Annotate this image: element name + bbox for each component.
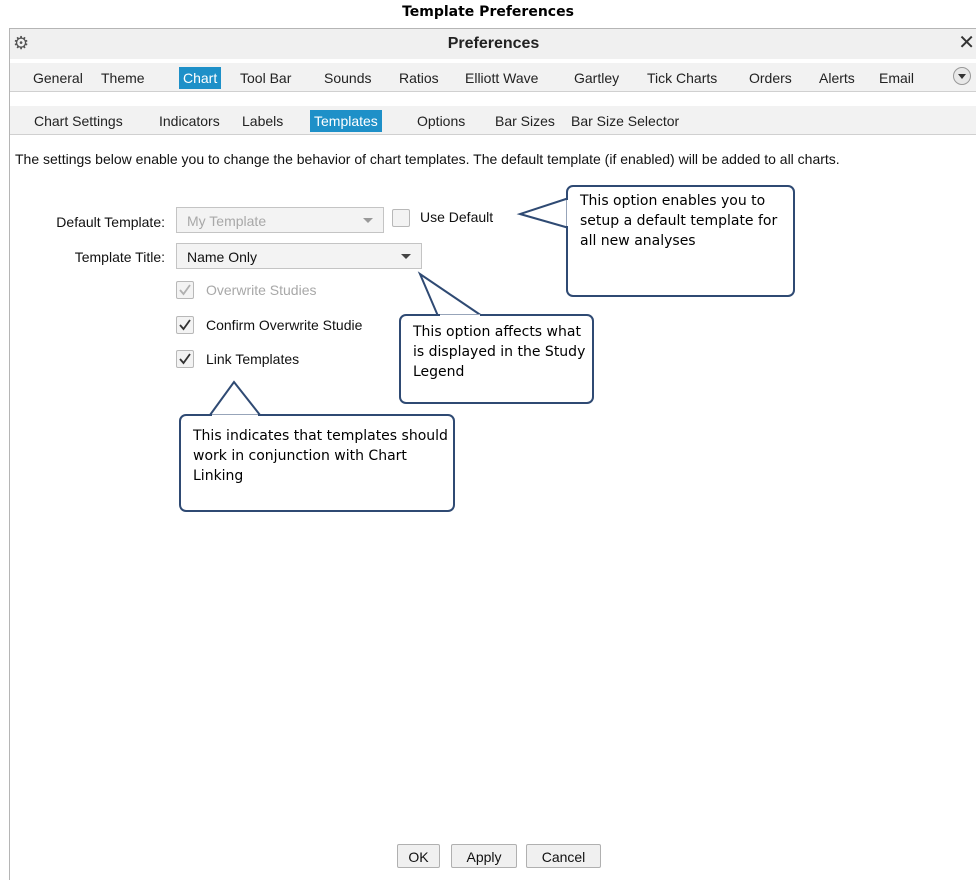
callout-template-title: This option affects what is displayed in… [399, 314, 594, 404]
callout-pointers [209, 197, 570, 416]
apply-button[interactable]: Apply [451, 844, 517, 868]
callout-link-templates: This indicates that templates should wor… [179, 414, 455, 512]
callout-tail-use-default [516, 197, 570, 229]
cancel-button[interactable]: Cancel [526, 844, 601, 868]
callout-tail-template-title [417, 271, 483, 317]
callout-tail-link-templates [209, 380, 261, 416]
callout-use-default: This option enables you to setup a defau… [566, 185, 795, 297]
ok-button[interactable]: OK [397, 844, 440, 868]
